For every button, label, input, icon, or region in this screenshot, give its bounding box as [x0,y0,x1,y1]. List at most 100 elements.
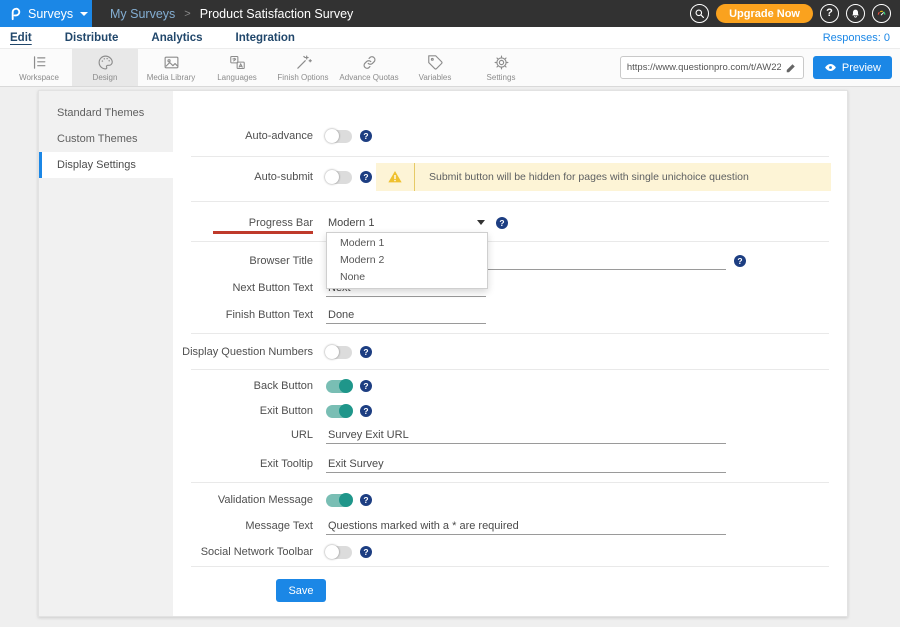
help-icon[interactable] [360,546,372,558]
save-button[interactable]: Save [276,579,326,602]
validation-message-toggle[interactable] [326,494,352,507]
help-icon[interactable] [360,380,372,392]
design-page: Standard Themes Custom Themes Display Se… [0,87,900,627]
toolbar-item-advance-quotas[interactable]: Advance Quotas [336,49,402,86]
auto-advance-toggle[interactable] [326,130,352,143]
auto-submit-toggle[interactable] [326,171,352,184]
survey-url-input[interactable] [627,62,781,73]
row-exit-tooltip: Exit Tooltip [173,453,831,475]
row-browser-title: Browser Title [173,250,831,272]
gauge-icon [876,8,887,19]
toolbar-item-label: Variables [419,73,452,82]
preview-label: Preview [842,62,881,74]
toggle-knob [339,493,353,507]
red-annotation-underline [213,231,313,234]
breadcrumb-current: Product Satisfaction Survey [200,7,354,21]
toggle-knob [325,170,339,184]
help-icon[interactable] [496,217,508,229]
sidebar-item-display-settings[interactable]: Display Settings [39,152,173,178]
toolbar-item-finish-options[interactable]: Finish Options [270,49,336,86]
help-icon[interactable] [360,494,372,506]
toggle-knob [325,345,339,359]
browser-title-label: Browser Title [173,255,313,267]
exit-tooltip-input[interactable] [326,455,726,473]
tag-icon [427,54,444,71]
product-switcher[interactable]: Surveys [0,0,92,27]
progress-bar-dropdown: Modern 1 Modern 2 None [326,232,488,289]
row-next-button-text: Next Button Text [173,277,831,299]
tab-analytics[interactable]: Analytics [151,32,202,44]
toolbar-item-workspace[interactable]: Workspace [6,49,72,86]
gear-icon [493,54,510,71]
help-icon[interactable] [734,255,746,267]
divider [191,201,829,202]
usage-meter-button[interactable] [872,4,891,23]
tab-distribute[interactable]: Distribute [65,32,119,44]
auto-submit-label: Auto-submit [173,171,313,183]
display-settings-form: Auto-advance Auto-submit Submit button w… [173,91,847,616]
breadcrumb-my-surveys[interactable]: My Surveys [110,7,175,21]
search-button[interactable] [690,4,709,23]
exit-button-toggle[interactable] [326,405,352,418]
toolbar-item-label: Finish Options [277,73,328,82]
divider [191,156,829,157]
message-text-input[interactable] [326,517,726,535]
edit-toolbar: Workspace Design Media Library Languages [0,49,900,87]
toolbar-item-label: Advance Quotas [339,73,398,82]
toolbar-item-settings[interactable]: Settings [468,49,534,86]
toolbar-item-variables[interactable]: Variables [402,49,468,86]
help-icon[interactable] [360,346,372,358]
dropdown-option-modern-2[interactable]: Modern 2 [327,252,487,269]
divider [191,369,829,370]
message-text-label: Message Text [173,520,313,532]
edit-url-button[interactable] [785,62,797,74]
translate-icon [229,54,246,71]
row-progress-bar: Progress Bar Modern 1 [173,212,831,234]
toolbar-item-languages[interactable]: Languages [204,49,270,86]
breadcrumb-separator-icon [184,8,190,20]
social-network-toolbar-toggle[interactable] [326,546,352,559]
sidebar-item-custom-themes[interactable]: Custom Themes [39,126,173,152]
tab-edit[interactable]: Edit [10,32,32,44]
validation-message-label: Validation Message [173,494,313,506]
toggle-knob [325,129,339,143]
sidebar-item-standard-themes[interactable]: Standard Themes [39,100,173,126]
toolbar-right: Preview [620,49,900,86]
finish-button-text-input[interactable] [326,306,486,324]
row-auto-advance: Auto-advance [173,125,831,147]
upgrade-now-button[interactable]: Upgrade Now [716,4,813,23]
help-icon[interactable] [360,171,372,183]
progress-bar-value: Modern 1 [328,217,374,229]
toggle-knob [325,545,339,559]
help-icon[interactable] [360,405,372,417]
toolbar-item-media-library[interactable]: Media Library [138,49,204,86]
notifications-button[interactable] [846,4,865,23]
row-message-text: Message Text [173,515,831,537]
preview-button[interactable]: Preview [813,56,892,79]
toolbar-item-label: Settings [487,73,516,82]
breadcrumb: My Surveys Product Satisfaction Survey [110,7,353,21]
divider [191,566,829,567]
warning-triangle-icon [376,169,414,185]
help-menu-button[interactable]: ? [820,4,839,23]
exit-url-input[interactable] [326,426,726,444]
chevron-down-icon [80,12,88,16]
help-icon[interactable] [360,130,372,142]
warning-text: Submit button will be hidden for pages w… [415,171,749,183]
eye-icon [824,61,837,74]
row-validation-message: Validation Message [173,489,831,511]
progress-bar-select[interactable]: Modern 1 [326,213,488,233]
dropdown-option-none[interactable]: None [327,269,487,286]
topbar-actions: Upgrade Now ? [690,4,900,23]
back-button-toggle[interactable] [326,380,352,393]
toolbar-item-label: Design [93,73,118,82]
toolbar-item-label: Workspace [19,73,59,82]
themes-sidebar: Standard Themes Custom Themes Display Se… [39,91,173,616]
display-question-numbers-toggle[interactable] [326,346,352,359]
responses-count[interactable]: Responses: 0 [823,32,890,44]
toolbar-item-design[interactable]: Design [72,49,138,86]
row-auto-submit: Auto-submit Submit button will be hidden… [173,163,831,191]
tab-integration[interactable]: Integration [236,32,295,44]
product-name: Surveys [28,7,73,21]
dropdown-option-modern-1[interactable]: Modern 1 [327,235,487,252]
